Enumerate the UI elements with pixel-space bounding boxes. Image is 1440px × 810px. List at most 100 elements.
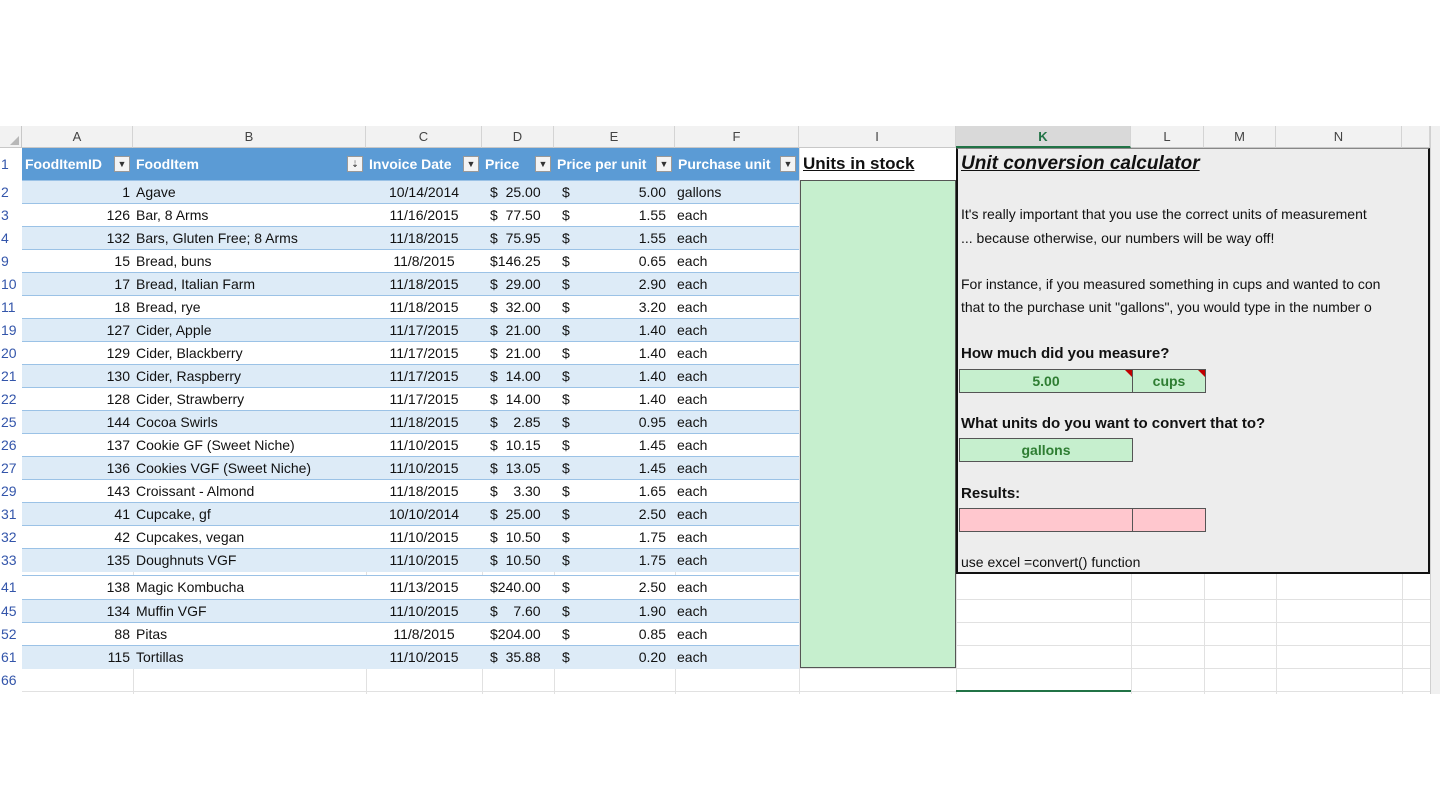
column-header[interactable]: I	[799, 126, 956, 148]
row-header[interactable]: 11	[0, 295, 22, 318]
row-header[interactable]: 10	[0, 272, 22, 295]
table-row[interactable]: 17 Bread, Italian Farm 11/18/2015 $ 29.00 $2…	[0, 272, 799, 295]
vertical-scrollbar[interactable]	[1430, 126, 1440, 694]
table-row[interactable]: 132 Bars, Gluten Free; 8 Arms 11/18/2015 $ …	[0, 226, 799, 249]
price-per-unit: 2.50	[638, 579, 666, 595]
column-header[interactable]: A	[22, 126, 133, 148]
units-in-stock-range[interactable]	[800, 180, 956, 668]
table-row[interactable]: 15 Bread, buns 11/8/2015 $146.25 $0.65 each	[0, 249, 799, 272]
results-label: Results:	[961, 485, 1021, 502]
filter-dropdown-icon[interactable]: ▼	[463, 156, 479, 172]
row-header[interactable]: 19	[0, 318, 22, 341]
filter-dropdown-icon[interactable]: ▼	[656, 156, 672, 172]
spreadsheet[interactable]: ABCDEFIKLMN FoodItemID ▼ FoodItem ⇣ Invoice …	[0, 126, 1440, 694]
price: $ 21.00	[490, 321, 541, 338]
food-item-name: Cookies VGF (Sweet Niche)	[136, 459, 312, 476]
target-unit-input[interactable]: gallons	[959, 438, 1133, 462]
row-header[interactable]: 27	[0, 456, 22, 479]
table-row[interactable]: 143 Croissant - Almond 11/18/2015 $ 3.30 $1.…	[0, 479, 799, 502]
row-header[interactable]: 29	[0, 479, 22, 502]
price: $240.00	[490, 579, 541, 595]
table-row[interactable]: 129 Cider, Blackberry 11/17/2015 $ 21.00 $1.…	[0, 341, 799, 364]
row-header[interactable]: 45	[0, 599, 22, 622]
row-header[interactable]: 33	[0, 548, 22, 571]
table-row[interactable]: 135 Doughnuts VGF 11/10/2015 $ 10.50 $1.75 ea…	[0, 548, 799, 571]
row-header[interactable]: 4	[0, 226, 22, 249]
price: $ 75.95	[490, 229, 541, 246]
row-header[interactable]: 3	[0, 203, 22, 226]
sort-filter-icon[interactable]: ⇣	[347, 156, 363, 172]
row-header[interactable]: 52	[0, 622, 22, 645]
table-row[interactable]: 137 Cookie GF (Sweet Niche) 11/10/2015 $ 10…	[0, 433, 799, 456]
result-value-cell[interactable]	[959, 508, 1133, 532]
units-in-stock-header[interactable]: Units in stock	[803, 148, 914, 180]
invoice-date: 11/17/2015	[389, 321, 459, 338]
column-header[interactable]: F	[675, 126, 799, 148]
price-per-unit: 1.55	[638, 229, 666, 246]
row-header[interactable]: 20	[0, 341, 22, 364]
invoice-date: 11/18/2015	[389, 298, 459, 315]
filter-dropdown-icon[interactable]: ▼	[780, 156, 796, 172]
row-header[interactable]: 31	[0, 502, 22, 525]
food-item-name: Magic Kombucha	[136, 579, 245, 595]
table-row[interactable]: 127 Cider, Apple 11/17/2015 $ 21.00 $1.40 eac…	[0, 318, 799, 341]
food-item-id: 143	[106, 482, 130, 499]
table-header-cell[interactable]: FoodItem	[133, 148, 366, 180]
column-header[interactable]: B	[133, 126, 366, 148]
invoice-date: 11/18/2015	[389, 482, 459, 499]
table-row[interactable]: 42 Cupcakes, vegan 11/10/2015 $ 10.50 $1.75 e…	[0, 525, 799, 548]
filter-dropdown-icon[interactable]: ▼	[535, 156, 551, 172]
target-unit: gallons	[1021, 442, 1071, 458]
column-header[interactable]: C	[366, 126, 482, 148]
table-row[interactable]: 144 Cocoa Swirls 11/18/2015 $ 2.85 $0.95 each	[0, 410, 799, 433]
column-header[interactable]: M	[1204, 126, 1276, 148]
food-item-name: Cupcakes, vegan	[136, 528, 245, 545]
price-per-unit: 1.40	[638, 344, 666, 361]
row-header[interactable]: 41	[0, 575, 22, 599]
column-header[interactable]	[1402, 126, 1430, 148]
column-header[interactable]: L	[1131, 126, 1204, 148]
column-header[interactable]: N	[1276, 126, 1402, 148]
table-row[interactable]: 115 Tortillas 11/10/2015 $ 35.88 $0.20 each	[0, 645, 799, 668]
price: $204.00	[490, 625, 541, 642]
price-per-unit: 1.40	[638, 390, 666, 407]
invoice-date: 11/18/2015	[389, 413, 459, 430]
column-header[interactable]: K	[956, 126, 1131, 148]
row-header[interactable]: 1	[0, 148, 22, 180]
invoice-date: 11/10/2015	[389, 602, 459, 619]
table-row[interactable]: 138 Magic Kombucha 11/13/2015 $240.00 $2.50 e…	[0, 575, 799, 599]
column-header[interactable]: E	[554, 126, 675, 148]
select-all-corner[interactable]	[0, 126, 22, 148]
food-item-id: 132	[106, 229, 130, 246]
table-row[interactable]: 136 Cookies VGF (Sweet Niche) 11/10/2015 $ …	[0, 456, 799, 479]
table-row[interactable]: 126 Bar, 8 Arms 11/16/2015 $ 77.50 $1.55 each	[0, 203, 799, 226]
food-item-name: Bread, buns	[136, 252, 212, 269]
table-row[interactable]: 128 Cider, Strawberry 11/17/2015 $ 14.00 $1.…	[0, 387, 799, 410]
row-header[interactable]: 32	[0, 525, 22, 548]
measure-unit-input[interactable]: cups	[1132, 369, 1206, 393]
calculator-note: use excel =convert() function	[961, 554, 1141, 570]
table-row[interactable]: 88 Pitas 11/8/2015 $204.00 $0.85 each	[0, 622, 799, 645]
measure-value-input[interactable]: 5.00	[959, 369, 1133, 393]
invoice-date: 11/16/2015	[389, 206, 459, 223]
calculator-title: Unit conversion calculator	[961, 153, 1200, 174]
row-header[interactable]: 61	[0, 645, 22, 668]
row-header[interactable]: 2	[0, 180, 22, 203]
column-header[interactable]: D	[482, 126, 554, 148]
table-row[interactable]: 134 Muffin VGF 11/10/2015 $ 7.60 $1.90 each	[0, 599, 799, 622]
table-row[interactable]: 130 Cider, Raspberry 11/17/2015 $ 14.00 $1.4…	[0, 364, 799, 387]
row-header[interactable]: 66	[0, 668, 22, 691]
invoice-date: 11/18/2015	[389, 275, 459, 292]
filter-dropdown-icon[interactable]: ▼	[114, 156, 130, 172]
table-row[interactable]: 1 Agave 10/14/2014 $ 25.00 $5.00 gallons	[0, 180, 799, 203]
row-header[interactable]: 25	[0, 410, 22, 433]
row-header[interactable]: 21	[0, 364, 22, 387]
result-unit-cell[interactable]	[1132, 508, 1206, 532]
price: $ 14.00	[490, 390, 541, 407]
row-header[interactable]: 26	[0, 433, 22, 456]
row-header[interactable]: 9	[0, 249, 22, 272]
table-row[interactable]: 41 Cupcake, gf 10/10/2014 $ 25.00 $2.50 each	[0, 502, 799, 525]
purchase-unit: each	[677, 528, 708, 545]
table-row[interactable]: 18 Bread, rye 11/18/2015 $ 32.00 $3.20 each	[0, 295, 799, 318]
row-header[interactable]: 22	[0, 387, 22, 410]
